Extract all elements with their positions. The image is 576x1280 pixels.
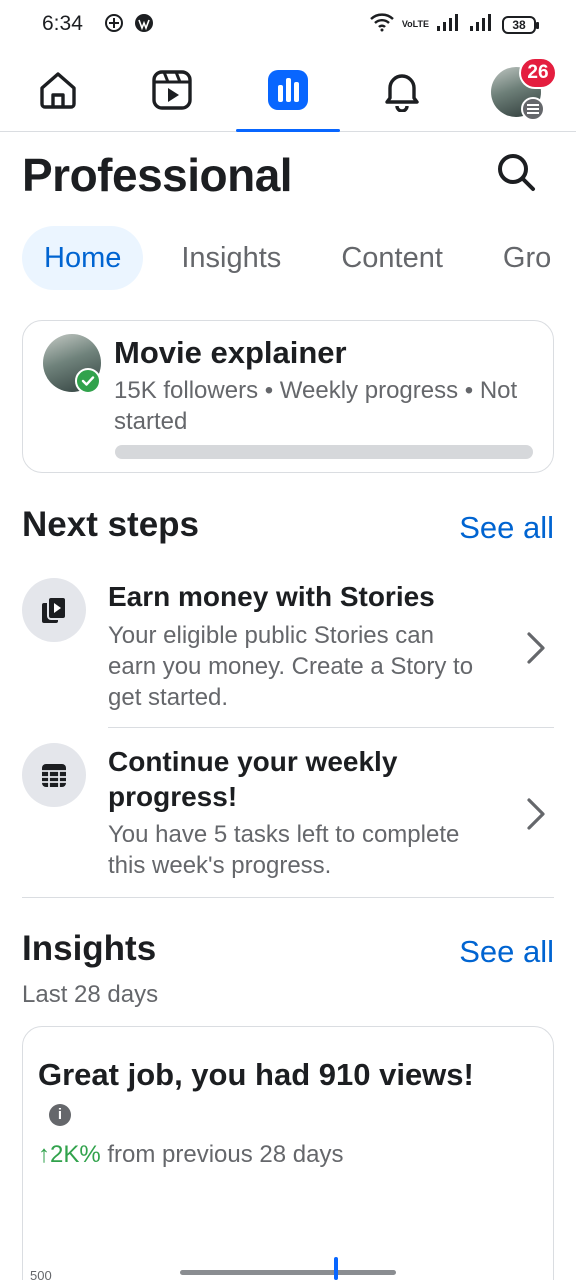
- views-insight-card[interactable]: Great job, you had 910 views! i ↑2K% fro…: [22, 1026, 554, 1280]
- status-time: 6:34: [42, 12, 83, 35]
- calendar-icon: [22, 743, 86, 807]
- tab-bar: Home Insights Content Gro: [22, 226, 576, 290]
- search-button[interactable]: [492, 150, 540, 198]
- step-description: Your eligible public Stories can earn yo…: [108, 622, 474, 711]
- views-change-text: from previous 28 days: [100, 1141, 344, 1168]
- nav-avatar-wrap: 26: [491, 57, 557, 121]
- nav-home[interactable]: [8, 52, 108, 132]
- tab-groups[interactable]: Gro: [481, 226, 573, 290]
- insights-period: Last 28 days: [22, 981, 159, 1008]
- views-headline: Great job, you had 910 views!: [38, 1057, 474, 1092]
- info-icon[interactable]: i: [49, 1104, 71, 1126]
- status-right-icons: VoLTE 38: [369, 12, 539, 37]
- views-change-value: ↑2K%: [38, 1141, 101, 1168]
- step-divider: [108, 727, 554, 728]
- insights-see-all[interactable]: See all: [459, 934, 554, 970]
- views-change: ↑2K% from previous 28 days: [38, 1141, 343, 1169]
- profile-meta: 15K followers • Weekly progress • Not st…: [114, 377, 518, 435]
- check-icon: [75, 368, 101, 394]
- step-earn-money[interactable]: Earn money with Stories Your eligible pu…: [22, 576, 554, 726]
- nav-video[interactable]: [122, 52, 222, 132]
- chevron-right-icon: [524, 630, 548, 666]
- notification-badge: 26: [519, 57, 557, 89]
- wifi-icon: [369, 12, 395, 37]
- wordpress-icon: [134, 13, 154, 38]
- volte-indicator: VoLTE: [401, 19, 429, 29]
- next-steps-title: Next steps: [22, 505, 200, 544]
- insights-title: Insights: [22, 929, 157, 968]
- chart-line: [180, 1270, 396, 1275]
- profile-name: Movie explainer: [114, 335, 347, 370]
- step-description: You have 5 tasks left to complete this w…: [108, 821, 460, 879]
- section-divider: [22, 897, 554, 898]
- battery-indicator: 38: [502, 15, 539, 34]
- home-icon: [36, 68, 80, 117]
- profile-card[interactable]: Movie explainer 15K followers • Weekly p…: [22, 320, 554, 473]
- tab-home[interactable]: Home: [22, 226, 144, 290]
- video-icon: [150, 68, 194, 117]
- nav-notifications[interactable]: [352, 52, 452, 132]
- chart-y-tick: 500: [30, 1268, 52, 1280]
- status-left-icons: [104, 13, 154, 38]
- status-bar: 6:34 VoLTE 38: [0, 0, 576, 50]
- weekly-progress-bar: [115, 445, 533, 459]
- tab-insights[interactable]: Insights: [159, 226, 303, 290]
- nav-profile-menu[interactable]: 26: [466, 52, 566, 132]
- chart-marker: [334, 1257, 338, 1280]
- chevron-right-icon: [524, 796, 548, 832]
- step-title: Continue your weekly progress!: [108, 746, 398, 812]
- step-title: Earn money with Stories: [108, 581, 435, 612]
- next-steps-see-all[interactable]: See all: [459, 510, 554, 546]
- stories-icon: [22, 578, 86, 642]
- page-title: Professional: [22, 149, 293, 201]
- tab-content[interactable]: Content: [319, 226, 465, 290]
- bell-icon: [380, 68, 424, 117]
- search-icon: [495, 151, 537, 198]
- menu-icon: [521, 97, 545, 121]
- nav-professional[interactable]: [236, 52, 340, 132]
- signal-icon-1: [436, 12, 462, 37]
- step-weekly-progress[interactable]: Continue your weekly progress! You have …: [22, 742, 554, 892]
- top-navigation: 26: [0, 52, 576, 132]
- signal-icon-2: [469, 12, 495, 37]
- data-saver-icon: [104, 13, 124, 38]
- bar-chart-icon: [266, 68, 310, 117]
